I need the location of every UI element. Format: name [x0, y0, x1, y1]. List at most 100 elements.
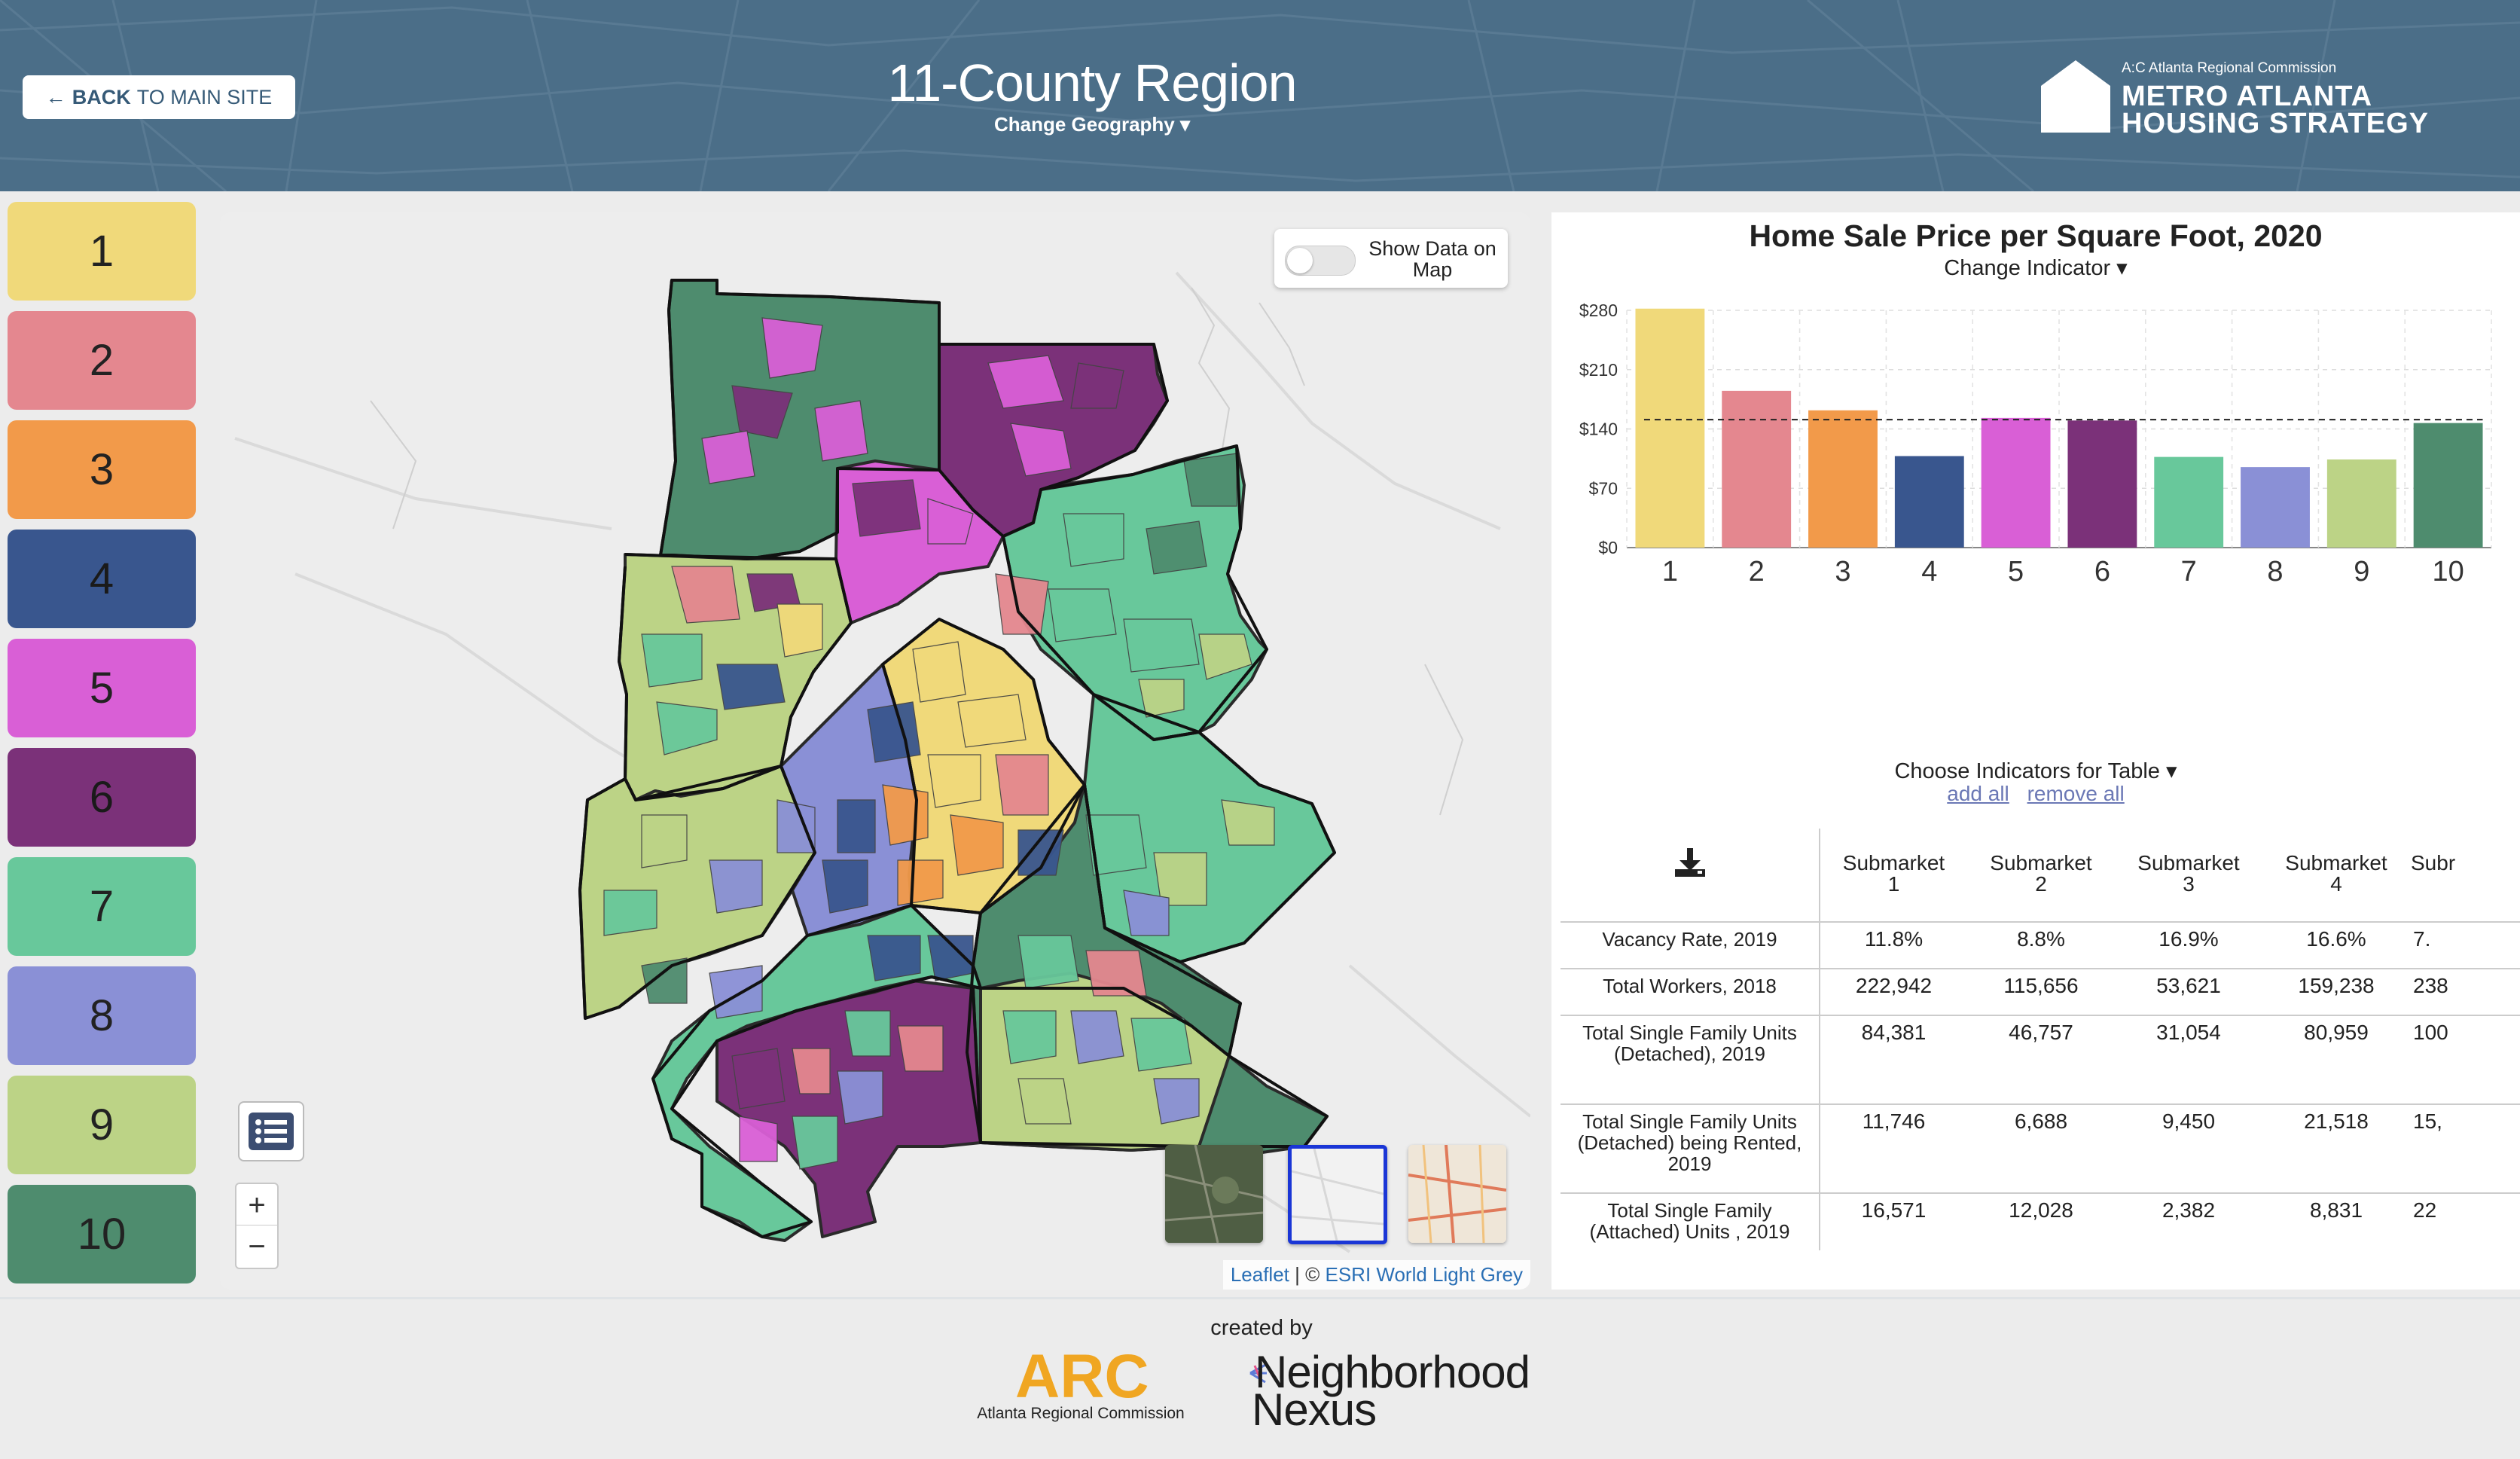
- table-row: Total Single Family Units (Detached) bei…: [1561, 1103, 2520, 1193]
- table-cell: 115,656: [1967, 968, 2115, 1015]
- table-cell: 8,831: [2262, 1192, 2410, 1250]
- bar-7[interactable]: [2154, 456, 2224, 548]
- column-header-line-2: 3: [2183, 872, 2195, 896]
- column-header-line-1: Submarket: [2137, 851, 2240, 874]
- bar-8[interactable]: [2241, 467, 2310, 548]
- table-cell: 80,959: [2262, 1015, 2410, 1104]
- download-cell: [1561, 829, 1820, 922]
- table-cell: 31,054: [2115, 1015, 2262, 1104]
- bar-3[interactable]: [1808, 410, 1878, 548]
- map-panel[interactable]: Show Data on Map + − Leaflet | © ESRI Wo…: [220, 212, 1530, 1290]
- zoom-out-button[interactable]: −: [235, 1225, 279, 1269]
- x-tick-label: 2: [1749, 556, 1765, 588]
- leaflet-link[interactable]: Leaflet: [1231, 1263, 1289, 1286]
- table-cell: 84,381: [1820, 1015, 1967, 1104]
- table-row: Total Single Family (Attached) Units , 2…: [1561, 1192, 2520, 1250]
- legend-list-button[interactable]: [238, 1101, 304, 1161]
- cluster-button-5[interactable]: 5: [8, 639, 196, 737]
- brand-logo[interactable]: A:C Atlanta Regional Commission METRO AT…: [2041, 57, 2493, 140]
- table-cell: 2,382: [2115, 1192, 2262, 1250]
- add-remove-links: add all remove all: [1551, 782, 2520, 806]
- column-header-line-1: Submarket: [1990, 851, 2092, 874]
- bar-5[interactable]: [1981, 417, 2051, 548]
- choose-indicators-dropdown[interactable]: Choose Indicators for Table ▾: [1551, 758, 2520, 784]
- x-tick-label: 10: [2432, 556, 2464, 588]
- show-data-toggle-control[interactable]: Show Data on Map: [1274, 229, 1508, 288]
- table-cell: 222,942: [1820, 968, 1967, 1015]
- x-tick-label: 4: [1921, 556, 1937, 588]
- cluster-button-3[interactable]: 3: [8, 420, 196, 519]
- y-tick-label: $70: [1589, 478, 1618, 498]
- row-label: Total Single Family (Attached) Units , 2…: [1561, 1192, 1820, 1250]
- basemap-streets-thumb[interactable]: [1408, 1145, 1506, 1243]
- change-indicator-dropdown[interactable]: Change Indicator ▾: [1551, 255, 2520, 281]
- table-cell: 238: [2410, 968, 2520, 1015]
- back-label-rest: TO MAIN SITE: [136, 85, 273, 108]
- table-cell: 16,571: [1820, 1192, 1967, 1250]
- arc-logo-text: ARC: [1015, 1346, 1149, 1411]
- table-row: Total Workers, 2018 222,942 115,656 53,621 1…: [1561, 968, 2520, 1015]
- basemap-light-grey-thumb[interactable]: [1288, 1145, 1387, 1244]
- x-tick-label: 9: [2354, 556, 2369, 588]
- column-header-5[interactable]: Subr: [2410, 829, 2520, 922]
- cluster-button-9[interactable]: 9: [8, 1076, 196, 1174]
- zoom-in-button[interactable]: +: [235, 1183, 279, 1228]
- show-data-toggle-label: Show Data on Map: [1368, 237, 1496, 281]
- esri-link[interactable]: ESRI World Light Grey: [1325, 1263, 1523, 1286]
- table-cell: 11,746: [1820, 1103, 1967, 1193]
- row-label: Total Single Family Units (Detached) bei…: [1561, 1103, 1820, 1193]
- cluster-button-2[interactable]: 2: [8, 311, 196, 410]
- bar-4[interactable]: [1894, 456, 1964, 548]
- region-map[interactable]: [220, 212, 1530, 1290]
- cluster-button-10[interactable]: 10: [8, 1185, 196, 1283]
- bar-2[interactable]: [1722, 390, 1792, 548]
- x-tick-label: 5: [2008, 556, 2024, 588]
- table-cell: 8.8%: [1967, 921, 2115, 969]
- bar-6[interactable]: [2067, 420, 2137, 548]
- cluster-button-4[interactable]: 4: [8, 530, 196, 628]
- cluster-button-6[interactable]: 6: [8, 748, 196, 847]
- indicator-table: Submarket 1 Submarket 2 Submarket 3 Submarket 4…: [1561, 829, 2520, 1250]
- indicator-table-container[interactable]: Submarket 1 Submarket 2 Submarket 3 Submarket 4…: [1561, 829, 2520, 1250]
- bar-10[interactable]: [2413, 423, 2483, 548]
- remove-all-link[interactable]: remove all: [2027, 782, 2125, 805]
- row-label: Vacancy Rate, 2019: [1561, 921, 1820, 969]
- chart-x-ticks: 1 2 3 4 5 6 7 8 9 10: [1662, 556, 2464, 588]
- bar-1[interactable]: [1635, 308, 1705, 548]
- cluster-button-1[interactable]: 1: [8, 202, 196, 301]
- table-row: Vacancy Rate, 2019 11.8% 8.8% 16.9% 16.6% 7.: [1561, 921, 2520, 969]
- column-header-1[interactable]: Submarket 1: [1820, 829, 1967, 922]
- show-data-toggle-switch[interactable]: [1285, 246, 1356, 276]
- table-cell: 12,028: [1967, 1192, 2115, 1250]
- table-cell: 100: [2410, 1015, 2520, 1104]
- arc-logo-icon[interactable]: ARC: [972, 1346, 1197, 1451]
- x-tick-label: 3: [1835, 556, 1850, 588]
- streets-preview-icon: [1408, 1145, 1506, 1243]
- table-cell: 21,518: [2262, 1103, 2410, 1193]
- basemap-satellite-thumb[interactable]: [1165, 1145, 1263, 1243]
- table-cell: 6,688: [1967, 1103, 2115, 1193]
- change-geography-dropdown[interactable]: Change Geography ▾: [904, 113, 1280, 136]
- cluster-button-7[interactable]: 7: [8, 857, 196, 956]
- column-header-3[interactable]: Submarket 3: [2115, 829, 2262, 922]
- neighborhood-nexus-logo[interactable]: Neighborhood Nexus: [1247, 1346, 1564, 1444]
- column-header-2[interactable]: Submarket 2: [1967, 829, 2115, 922]
- table-cell: 11.8%: [1820, 921, 1967, 969]
- column-header-line-1: Submarket: [1842, 851, 1945, 874]
- table-cell: 9,450: [2115, 1103, 2262, 1193]
- column-header-line-2: 4: [2330, 872, 2342, 896]
- bar-9[interactable]: [2326, 459, 2396, 548]
- map-attribution: Leaflet | © ESRI World Light Grey: [1222, 1260, 1530, 1290]
- back-arrow-icon: ←: [45, 85, 66, 108]
- cluster-button-8[interactable]: 8: [8, 966, 196, 1065]
- back-to-main-site-button[interactable]: ← BACK TO MAIN SITE: [23, 75, 295, 119]
- satellite-preview-icon: [1165, 1145, 1263, 1243]
- column-header-4[interactable]: Submarket 4: [2262, 829, 2410, 922]
- add-all-link[interactable]: add all: [1947, 782, 2009, 805]
- bar-chart: $0 $70 $140 $210 $280 1 2 3 4 5 6 7 8 9 10: [1579, 301, 2492, 588]
- list-icon: [249, 1113, 294, 1150]
- created-by-label: created by: [1210, 1316, 1313, 1340]
- column-header-line-2: 1: [1887, 872, 1900, 896]
- download-icon[interactable]: [1673, 847, 1707, 880]
- x-tick-label: 1: [1662, 556, 1678, 588]
